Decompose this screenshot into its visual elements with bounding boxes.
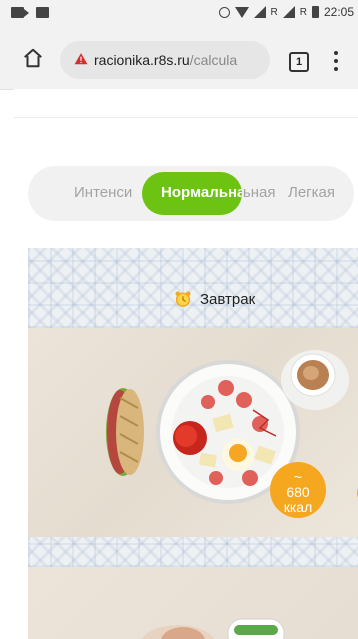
- network-label-2: R: [299, 6, 307, 18]
- home-icon[interactable]: [22, 47, 44, 69]
- network-label-1: R: [270, 6, 278, 18]
- clock-time: 22:05: [323, 5, 354, 19]
- calories-badge: ~ 680 ккал: [270, 462, 326, 518]
- meal-photo[interactable]: ~ 680 ккал +: [28, 328, 358, 564]
- video-camera-icon: [11, 7, 29, 18]
- data-saver-icon: [218, 6, 230, 18]
- selected-option-pill[interactable]: Нормальная: [142, 172, 242, 215]
- wifi-icon: [234, 6, 249, 18]
- calories-unit: ккал: [283, 499, 313, 515]
- address-bar[interactable]: racionika.r8s.ru/calcula: [60, 41, 270, 79]
- url-host: racionika.r8s.ru: [94, 52, 190, 68]
- meal-header: Завтрак: [174, 290, 255, 308]
- header-divider: [14, 117, 358, 118]
- url-path: /calcula: [189, 52, 238, 68]
- calories-approx: ~: [293, 469, 303, 485]
- alarm-clock-icon: [175, 291, 191, 307]
- status-bar: R R 22:05: [0, 0, 358, 27]
- signal-icon-2: [282, 6, 295, 18]
- plaid-pattern-divider: [28, 537, 358, 567]
- battery-icon: [311, 6, 319, 18]
- overflow-menu-icon[interactable]: [334, 51, 338, 71]
- meal-photo-next[interactable]: [28, 567, 358, 639]
- plaid-pattern: [28, 248, 358, 328]
- coffee-cup-illustration: [281, 350, 349, 410]
- meal-title: Завтрак: [200, 290, 256, 308]
- signal-icon: [253, 6, 266, 18]
- meal-card: Завтрак ~ 680 ккал: [28, 248, 358, 639]
- option-intensive[interactable]: Интенси: [74, 184, 132, 201]
- image-icon: [36, 7, 49, 18]
- warning-icon: [74, 53, 88, 65]
- intensity-selector: Интенси Нормальная Легкая Нормальная: [28, 166, 354, 221]
- browser-toolbar: racionika.r8s.ru/calcula 1: [0, 27, 358, 90]
- calories-value: 680: [286, 484, 310, 500]
- next-meal-food-image: [141, 618, 285, 639]
- option-light[interactable]: Легкая: [288, 184, 335, 201]
- sandwich-illustration: [106, 388, 144, 476]
- tab-switcher-button[interactable]: 1: [289, 52, 309, 72]
- option-normal: Нормальная: [161, 184, 242, 201]
- page-content: Интенси Нормальная Легкая Нормальная Зав…: [14, 89, 358, 639]
